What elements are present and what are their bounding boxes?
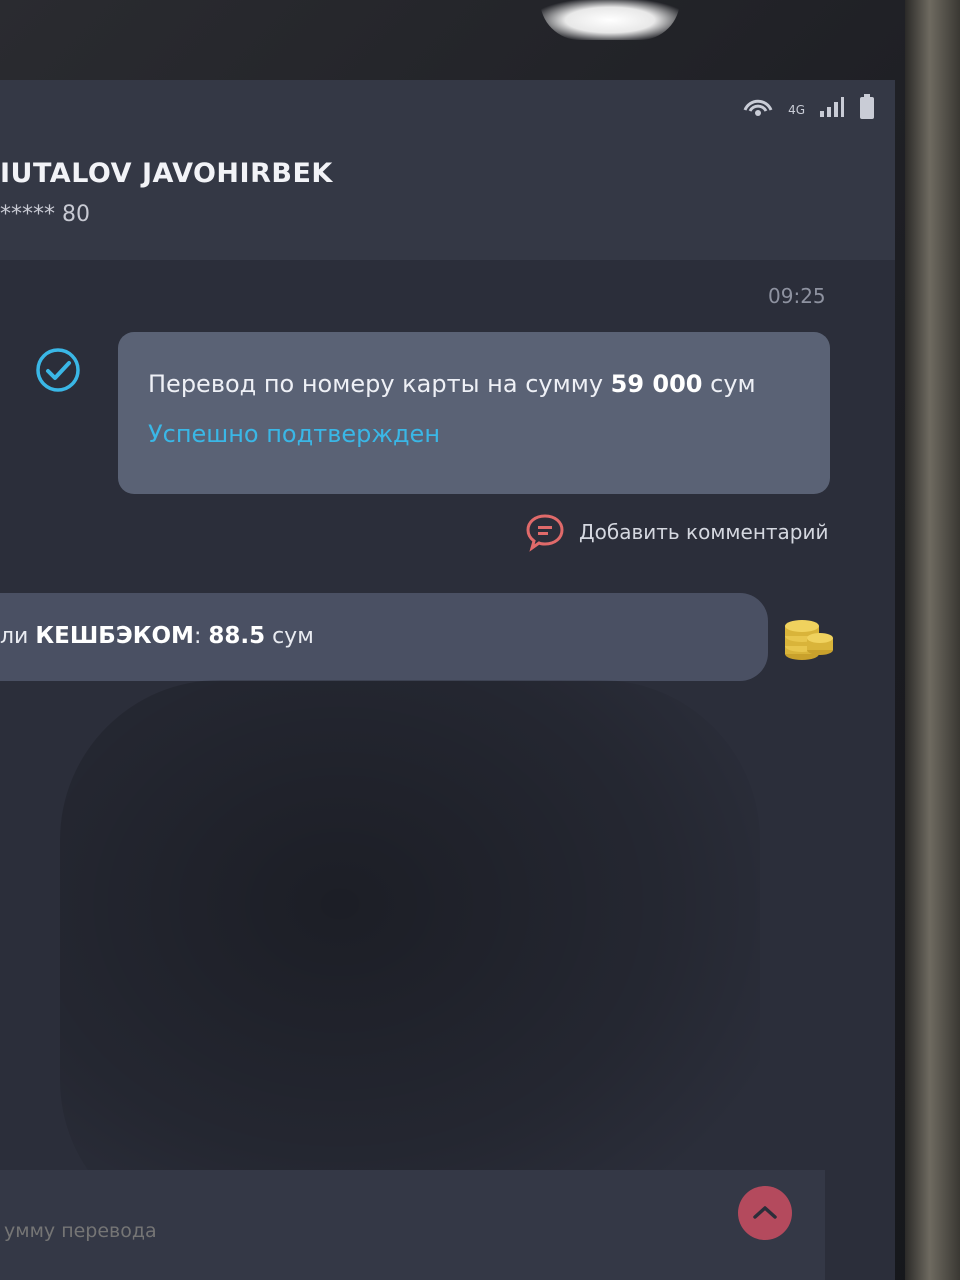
- transfer-message-prefix: Перевод по номеру карты на сумму: [148, 370, 611, 398]
- add-comment-label: Добавить комментарий: [579, 520, 829, 544]
- cashback-separator: :: [193, 624, 209, 649]
- transfer-amount-input[interactable]: [0, 1190, 816, 1272]
- contact-name: IUTALOV JAVOHIRBEK: [0, 158, 333, 189]
- hotspot-icon: [742, 95, 774, 125]
- add-comment-button[interactable]: Добавить комментарий: [525, 512, 829, 552]
- chat-screen: 4G IUTALOV JAVOHIRBEK ***** 80 09:25 Пер…: [0, 80, 895, 1280]
- coins-icon: [780, 606, 836, 666]
- transfer-amount: 59 000: [610, 370, 703, 398]
- masked-card-number: ***** 80: [0, 202, 90, 227]
- transfer-status: Успешно подтвержден: [148, 420, 441, 448]
- message-time: 09:25: [768, 284, 826, 308]
- light-glare: [540, 0, 680, 40]
- transfer-message-bubble[interactable]: Перевод по номеру карты на сумму 59 000 …: [118, 332, 830, 494]
- 4g-icon: 4G: [788, 103, 805, 117]
- send-button[interactable]: [738, 1186, 792, 1240]
- device-bezel: [905, 0, 960, 1280]
- signal-icon: [819, 96, 845, 124]
- transfer-message-text: Перевод по номеру карты на сумму 59 000 …: [148, 370, 756, 398]
- chat-header: 4G IUTALOV JAVOHIRBEK ***** 80: [0, 80, 895, 260]
- cashback-text: ли КЕШБЭКОМ: 88.5 сум: [0, 623, 314, 649]
- cashback-brand: КЕШБЭКОМ: [35, 623, 194, 649]
- cashback-prefix: ли: [0, 624, 36, 649]
- screen-reflection: [60, 680, 760, 1240]
- chevron-up-icon: [752, 1204, 778, 1223]
- cashback-bubble: ли КЕШБЭКОМ: 88.5 сум: [0, 593, 768, 681]
- status-bar: 4G: [742, 94, 875, 126]
- cashback-currency: сум: [265, 624, 314, 649]
- comment-icon: [525, 512, 565, 552]
- battery-icon: [859, 94, 875, 126]
- check-icon: [34, 346, 82, 394]
- transfer-currency: сум: [710, 370, 756, 398]
- cashback-amount: 88.5: [208, 623, 266, 649]
